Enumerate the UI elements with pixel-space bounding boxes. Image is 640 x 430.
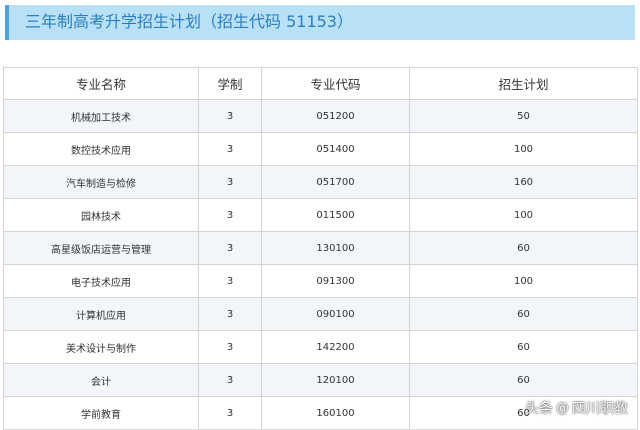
cell-major-name: 学前教育 — [3, 396, 199, 430]
cell-duration: 3 — [198, 297, 262, 331]
header-enrollment-plan: 招生计划 — [409, 67, 638, 100]
cell-major-code: 130100 — [261, 231, 410, 265]
cell-major-code: 011500 — [261, 198, 410, 232]
cell-enrollment-plan: 100 — [409, 132, 638, 166]
table-header-row: 专业名称 学制 专业代码 招生计划 — [3, 67, 638, 100]
cell-duration: 3 — [198, 165, 262, 199]
cell-major-code: 051700 — [261, 165, 410, 199]
cell-major-name: 电子技术应用 — [3, 264, 199, 298]
cell-major-code: 160100 — [261, 396, 410, 430]
cell-major-name: 园林技术 — [3, 198, 199, 232]
cell-enrollment-plan: 100 — [409, 264, 638, 298]
cell-enrollment-plan: 160 — [409, 165, 638, 199]
table-row: 高星级饭店运营与管理 3 130100 60 — [3, 231, 638, 265]
cell-enrollment-plan: 60 — [409, 363, 638, 397]
cell-major-name: 机械加工技术 — [3, 99, 199, 133]
cell-major-name: 汽车制造与检修 — [3, 165, 199, 199]
table-row: 电子技术应用 3 091300 100 — [3, 264, 638, 298]
cell-major-name: 计算机应用 — [3, 297, 199, 331]
cell-major-code: 142200 — [261, 330, 410, 364]
cell-enrollment-plan: 60 — [409, 297, 638, 331]
table-row: 计算机应用 3 090100 60 — [3, 297, 638, 331]
cell-enrollment-plan: 60 — [409, 231, 638, 265]
cell-major-name: 数控技术应用 — [3, 132, 199, 166]
cell-duration: 3 — [198, 198, 262, 232]
cell-duration: 3 — [198, 363, 262, 397]
cell-duration: 3 — [198, 396, 262, 430]
cell-major-code: 091300 — [261, 264, 410, 298]
title-bar: 三年制高考升学招生计划（招生代码 51153） — [5, 5, 635, 40]
cell-duration: 3 — [198, 231, 262, 265]
watermark-at: @ — [556, 400, 569, 416]
header-major-code: 专业代码 — [261, 67, 410, 100]
table-row: 汽车制造与检修 3 051700 160 — [3, 165, 638, 199]
cell-major-code: 090100 — [261, 297, 410, 331]
cell-major-code: 120100 — [261, 363, 410, 397]
table-row: 会计 3 120100 60 — [3, 363, 638, 397]
cell-duration: 3 — [198, 99, 262, 133]
table-row: 园林技术 3 011500 100 — [3, 198, 638, 232]
cell-enrollment-plan: 60 — [409, 330, 638, 364]
page-title: 三年制高考升学招生计划（招生代码 51153） — [25, 12, 353, 31]
cell-major-name: 高星级饭店运营与管理 — [3, 231, 199, 265]
header-duration: 学制 — [198, 67, 262, 100]
cell-major-code: 051400 — [261, 132, 410, 166]
cell-duration: 3 — [198, 132, 262, 166]
table-row: 机械加工技术 3 051200 50 — [3, 99, 638, 133]
cell-major-name: 会计 — [3, 363, 199, 397]
watermark-account: 四川职教 — [572, 401, 628, 417]
cell-major-code: 051200 — [261, 99, 410, 133]
header-major-name: 专业名称 — [3, 67, 199, 100]
cell-major-name: 美术设计与制作 — [3, 330, 199, 364]
enrollment-plan-table: 专业名称 学制 专业代码 招生计划 机械加工技术 3 051200 50 数控技… — [3, 67, 638, 430]
table-row: 数控技术应用 3 051400 100 — [3, 132, 638, 166]
watermark-prefix: 头条 — [525, 401, 553, 417]
cell-enrollment-plan: 100 — [409, 198, 638, 232]
cell-duration: 3 — [198, 330, 262, 364]
watermark: 头条 @ 四川职教 — [525, 396, 628, 420]
cell-duration: 3 — [198, 264, 262, 298]
cell-enrollment-plan: 50 — [409, 99, 638, 133]
table-row: 美术设计与制作 3 142200 60 — [3, 330, 638, 364]
